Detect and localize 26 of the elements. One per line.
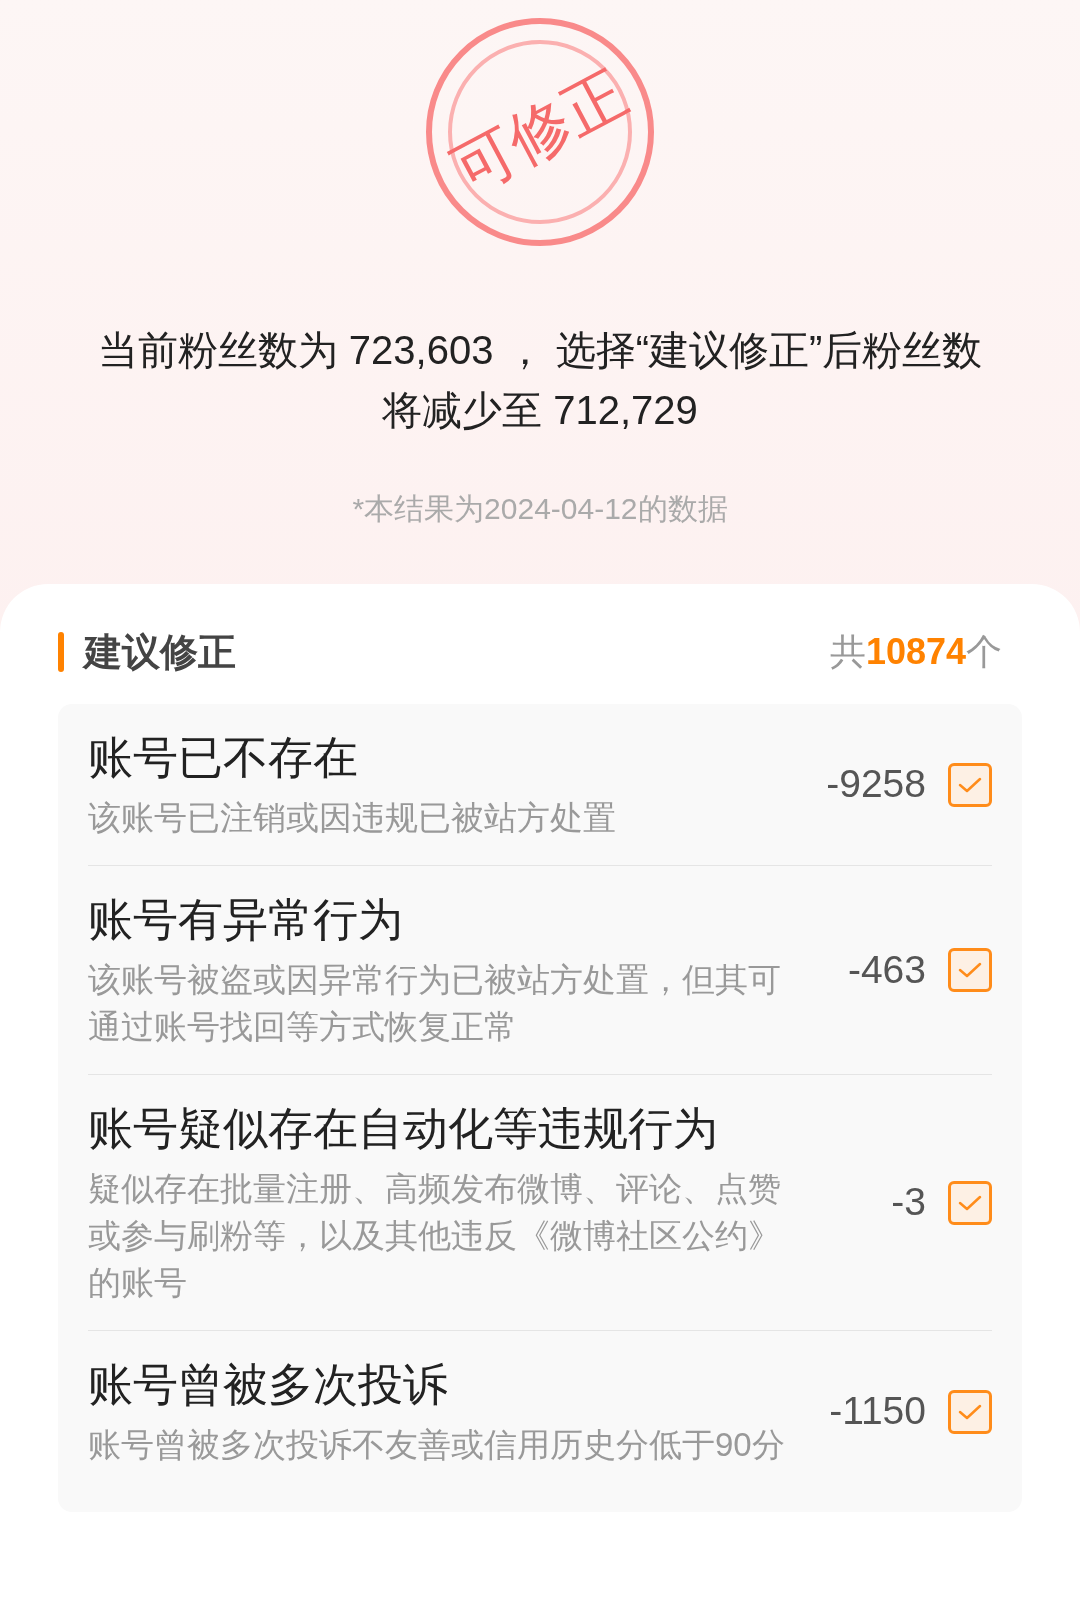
check-icon <box>958 961 982 979</box>
checkbox[interactable] <box>948 1180 992 1225</box>
item-description: 该账号被盗或因异常行为已被站方处置，但其可通过账号找回等方式恢复正常 <box>88 960 782 1047</box>
follower-delta: -3 <box>890 1179 927 1226</box>
checkbox[interactable] <box>948 1389 992 1434</box>
stamp-text: 可修正 <box>443 60 637 204</box>
follower-delta: -463 <box>846 946 927 993</box>
item-description: 疑似存在批量注册、高频发布微博、评论、点赞或参与刷粉等，以及其他违反《微博社区公约》的账号 <box>88 1169 782 1303</box>
accent-bar <box>58 632 64 672</box>
follower-delta: -9258 <box>825 761 927 808</box>
checkbox[interactable] <box>948 948 992 992</box>
check-icon <box>958 1193 982 1212</box>
item-title: 账号有异常行为 <box>88 893 404 947</box>
item-title: 账号已不存在 <box>88 731 359 785</box>
follower-delta: -1150 <box>828 1388 927 1435</box>
checkbox[interactable] <box>948 762 992 807</box>
item-description: 该账号已注销或因违规已被站方处置 <box>88 798 617 838</box>
follower-summary: 当前粉丝数为 723,603 ， 选择“建议修正”后粉丝数将减少至 712,729 <box>96 327 984 434</box>
check-icon <box>958 1402 982 1421</box>
item-description: 账号曾被多次投诉不友善或信用历史分低于90分 <box>88 1425 786 1465</box>
item-title: 账号疑似存在自动化等违规行为 <box>88 1102 719 1156</box>
check-icon <box>958 775 982 794</box>
total-count: 共10874个 <box>829 630 1002 674</box>
section-title: 建议修正 <box>84 629 236 675</box>
item-title: 账号曾被多次投诉 <box>88 1358 449 1412</box>
data-date-note: *本结果为2024-04-12的数据 <box>352 491 728 527</box>
